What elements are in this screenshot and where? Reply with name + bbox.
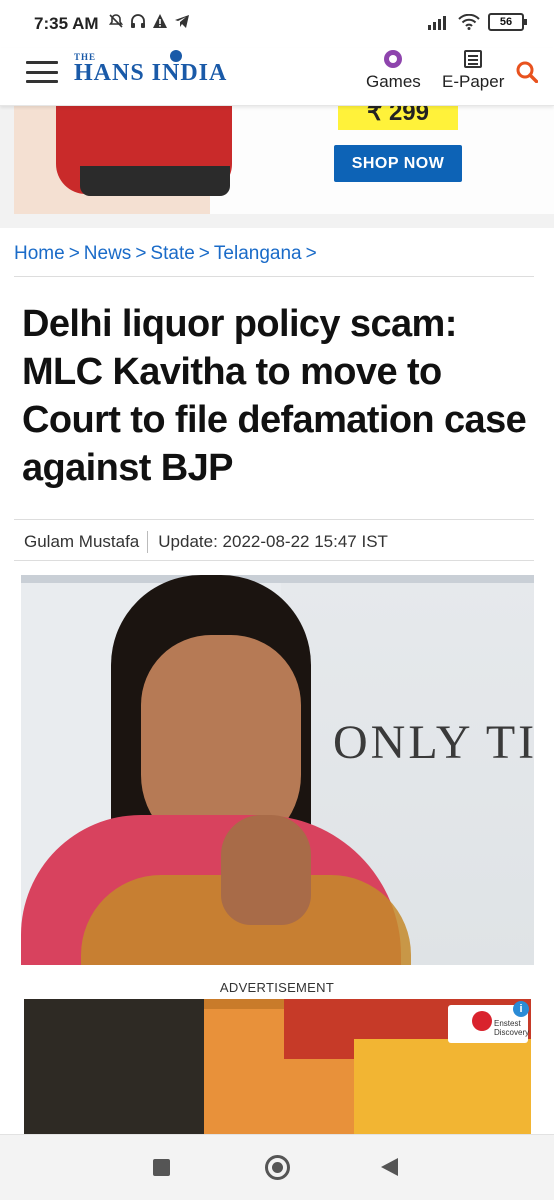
signal-icon <box>428 16 446 30</box>
games-label: Games <box>366 72 421 91</box>
status-time: 7:35 AM <box>34 14 99 33</box>
breadcrumb-separator: > <box>135 243 147 264</box>
byline-divider <box>147 531 149 553</box>
breadcrumb-separator: > <box>68 243 80 264</box>
article-main-image[interactable]: ONLY TI <box>21 575 534 965</box>
mute-icon <box>108 14 124 28</box>
site-logo[interactable]: THE HANS INDIA <box>74 50 280 90</box>
games-button[interactable]: Games <box>366 50 421 92</box>
logo-main-text: HANS INDIA <box>74 60 228 86</box>
divider <box>14 519 534 520</box>
ad-brand-text: Enstest Discovery <box>494 1019 530 1037</box>
ad-brand-logo-icon <box>472 1011 492 1031</box>
recent-apps-icon[interactable] <box>153 1159 170 1176</box>
home-icon[interactable] <box>265 1155 290 1180</box>
telegram-icon <box>175 15 189 28</box>
back-icon[interactable] <box>381 1158 398 1176</box>
logo-globe-icon <box>170 50 182 62</box>
wifi-icon <box>458 14 480 30</box>
epaper-label: E-Paper <box>442 72 505 91</box>
advertisement-label: ADVERTISEMENT <box>219 980 335 995</box>
ad-price: ₹ 299 <box>338 106 458 130</box>
breadcrumb-news[interactable]: News <box>84 243 132 264</box>
divider <box>14 276 534 277</box>
battery-level: 56 <box>499 16 513 28</box>
status-bar: 7:35 AM 56 <box>0 0 554 48</box>
image-backdrop-text: ONLY TI <box>333 716 534 769</box>
article-byline: Gulam Mustafa Update: 2022-08-22 15:47 I… <box>24 531 388 553</box>
divider <box>14 560 534 561</box>
update-timestamp: Update: 2022-08-22 15:47 IST <box>158 532 388 551</box>
status-system-icons: 56 <box>428 13 527 31</box>
menu-icon[interactable] <box>26 61 58 83</box>
status-notification-icons <box>108 13 190 29</box>
site-header: THE HANS INDIA Games E-Paper <box>0 48 554 106</box>
epaper-button[interactable]: E-Paper <box>442 50 504 92</box>
shop-now-button[interactable]: SHOP NOW <box>334 145 462 182</box>
warning-icon <box>153 14 167 28</box>
breadcrumb-state[interactable]: State <box>150 243 194 264</box>
breadcrumb-home[interactable]: Home <box>14 243 65 264</box>
breadcrumb-telangana[interactable]: Telangana <box>214 243 302 264</box>
search-icon[interactable] <box>516 61 538 83</box>
breadcrumb-separator: > <box>198 243 210 264</box>
system-nav-bar <box>0 1134 554 1200</box>
ad-info-icon[interactable]: i <box>513 1001 529 1017</box>
newspaper-icon <box>464 50 483 68</box>
bottom-banner-ad[interactable]: Enstest Discovery i ✕ <box>24 999 531 1134</box>
games-icon <box>384 50 403 68</box>
battery-icon: 56 <box>488 13 527 31</box>
breadcrumb: Home > News > State > Telangana > <box>14 243 321 265</box>
headphones-icon <box>131 14 145 28</box>
article-headline: Delhi liquor policy scam: MLC Kavitha to… <box>22 303 527 489</box>
breadcrumb-separator: > <box>305 243 317 264</box>
top-banner-ad[interactable]: ₹ 299 SHOP NOW <box>0 106 554 228</box>
author-name[interactable]: Gulam Mustafa <box>24 532 139 552</box>
